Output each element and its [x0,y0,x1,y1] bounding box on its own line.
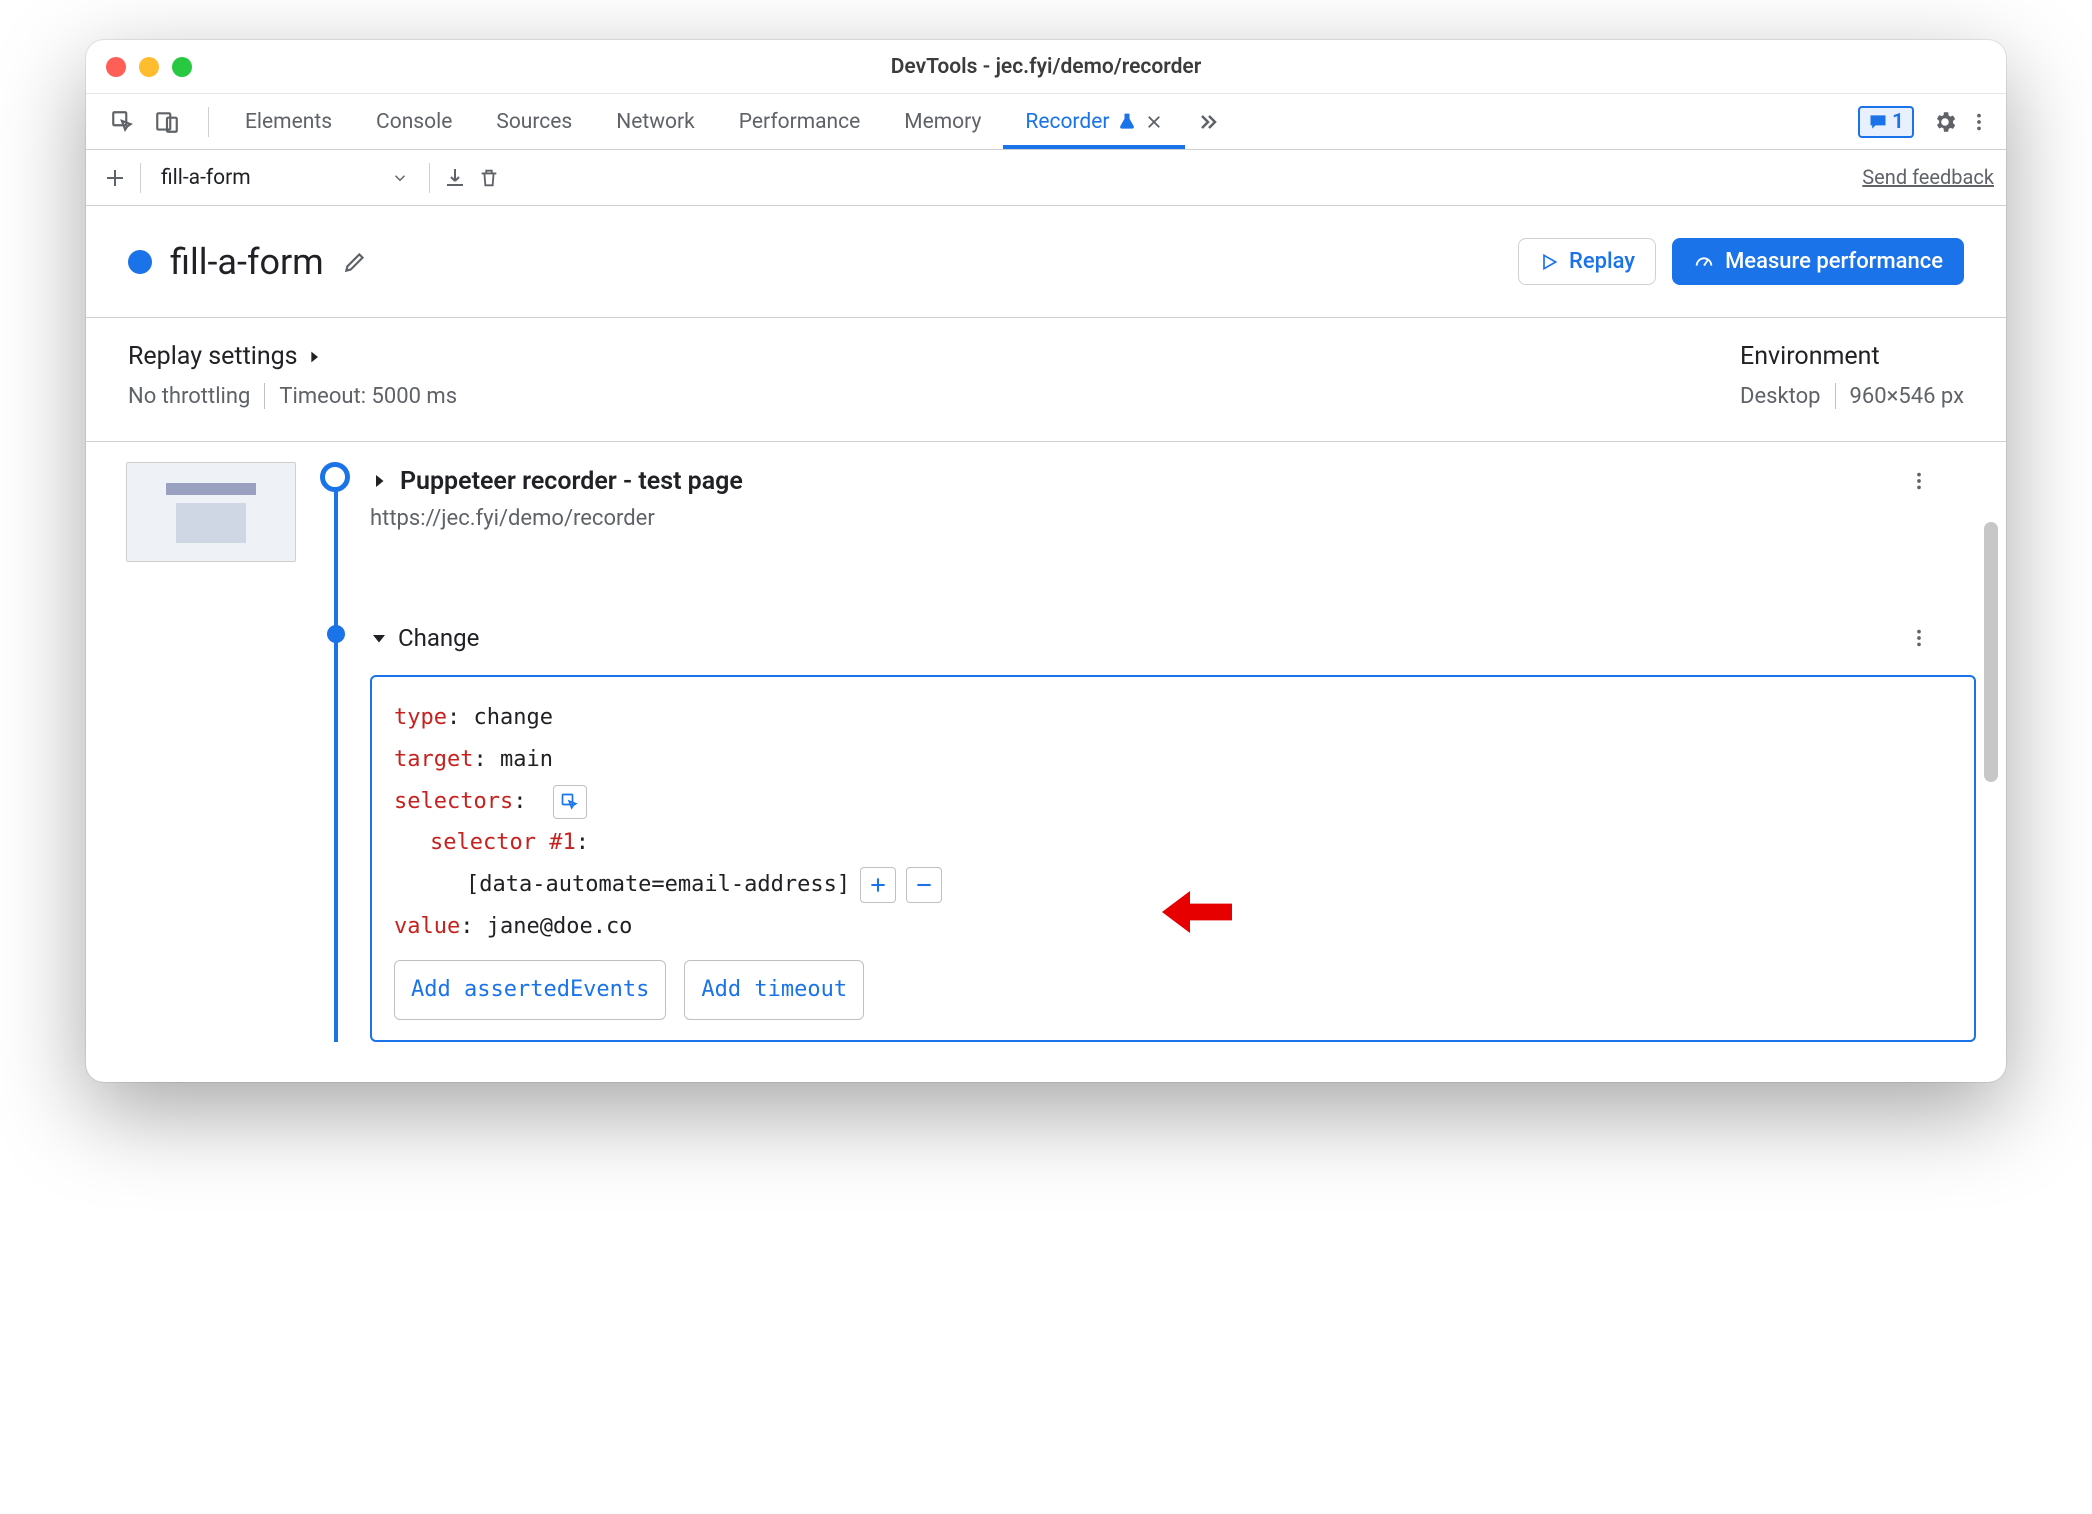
scrollbar[interactable] [1984,502,1998,1042]
detail-value[interactable]: main [500,747,553,772]
gauge-icon [1693,251,1715,273]
replay-button[interactable]: Replay [1518,238,1656,285]
detail-key: target [394,747,473,772]
chevron-down-icon [391,169,409,187]
issues-badge[interactable]: 1 [1858,106,1914,138]
delete-icon[interactable] [472,161,506,195]
detail-key: selector #1 [430,830,576,855]
step-menu-icon[interactable] [1902,621,1936,655]
step-title: Puppeteer recorder - test page [400,467,743,496]
remove-selector-button[interactable] [906,867,942,903]
more-tabs-icon[interactable] [1191,105,1225,139]
measure-performance-button[interactable]: Measure performance [1672,238,1964,285]
recorder-toolbar: fill-a-form Send feedback [86,150,2006,206]
chevron-down-icon[interactable] [370,629,388,647]
steps-area: Puppeteer recorder - test page https://j… [86,442,2006,1082]
detail-key: type [394,705,447,730]
kebab-menu-icon[interactable] [1962,105,1996,139]
tab-recorder[interactable]: Recorder [1003,94,1185,149]
device-value: Desktop [1740,384,1821,409]
settings-icon[interactable] [1928,105,1962,139]
timeout-value: Timeout: 5000 ms [279,384,457,409]
tab-performance[interactable]: Performance [717,94,882,149]
add-selector-button[interactable] [860,867,896,903]
chevron-right-icon [306,349,322,365]
selector-value[interactable]: [data-automate=email-address] [466,864,850,906]
tab-memory[interactable]: Memory [882,94,1003,149]
step-navigate: Puppeteer recorder - test page https://j… [320,462,1976,531]
environment-title: Environment [1740,342,1964,371]
chevron-right-icon[interactable] [370,472,388,490]
detail-key: selectors [394,789,513,814]
titlebar: DevTools - jec.fyi/demo/recorder [86,40,2006,94]
step-title: Change [398,624,479,652]
inspect-element-icon[interactable] [106,105,140,139]
tab-elements[interactable]: Elements [223,94,354,149]
devtools-window: DevTools - jec.fyi/demo/recorder Element… [86,40,2006,1082]
add-asserted-events-button[interactable]: Add assertedEvents [394,960,666,1020]
send-feedback-link[interactable]: Send feedback [1862,165,1994,189]
detail-value[interactable]: change [473,705,552,730]
replay-settings-toggle[interactable]: Replay settings [128,342,457,371]
step-url: https://jec.fyi/demo/recorder [370,506,1976,531]
recording-header: fill-a-form Replay Measure performance [86,206,2006,318]
viewport-value: 960×546 px [1850,384,1965,409]
page-thumbnail[interactable] [126,462,296,562]
recording-title: fill-a-form [170,241,324,283]
device-toolbar-icon[interactable] [150,105,184,139]
play-icon [1539,252,1559,272]
timeline-node-icon [320,462,350,492]
detail-key: value [394,914,460,939]
tab-console[interactable]: Console [354,94,474,149]
throttling-value: No throttling [128,384,250,409]
step-details: type: change target: main selectors: [370,675,1976,1042]
close-icon[interactable] [1145,113,1163,131]
annotation-arrow-icon [1162,887,1232,937]
timeline-node-icon [327,625,345,643]
edit-title-icon[interactable] [338,245,372,279]
tab-network[interactable]: Network [594,94,717,149]
recording-indicator-icon [128,250,152,274]
pick-selector-icon[interactable] [553,785,587,819]
step-menu-icon[interactable] [1902,464,1936,498]
window-title: DevTools - jec.fyi/demo/recorder [86,55,2006,79]
message-icon [1868,112,1888,132]
flask-icon [1117,112,1137,132]
add-recording-icon[interactable] [98,161,132,195]
tab-sources[interactable]: Sources [474,94,594,149]
recording-picker[interactable]: fill-a-form [149,162,421,194]
step-change: Change type: change target: main [320,621,1976,1042]
detail-value[interactable]: jane@doe.co [487,914,633,939]
devtools-tabbar: Elements Console Sources Network Perform… [86,94,2006,150]
settings-row: Replay settings No throttling Timeout: 5… [86,318,2006,442]
download-icon[interactable] [438,161,472,195]
add-timeout-button[interactable]: Add timeout [684,960,864,1020]
